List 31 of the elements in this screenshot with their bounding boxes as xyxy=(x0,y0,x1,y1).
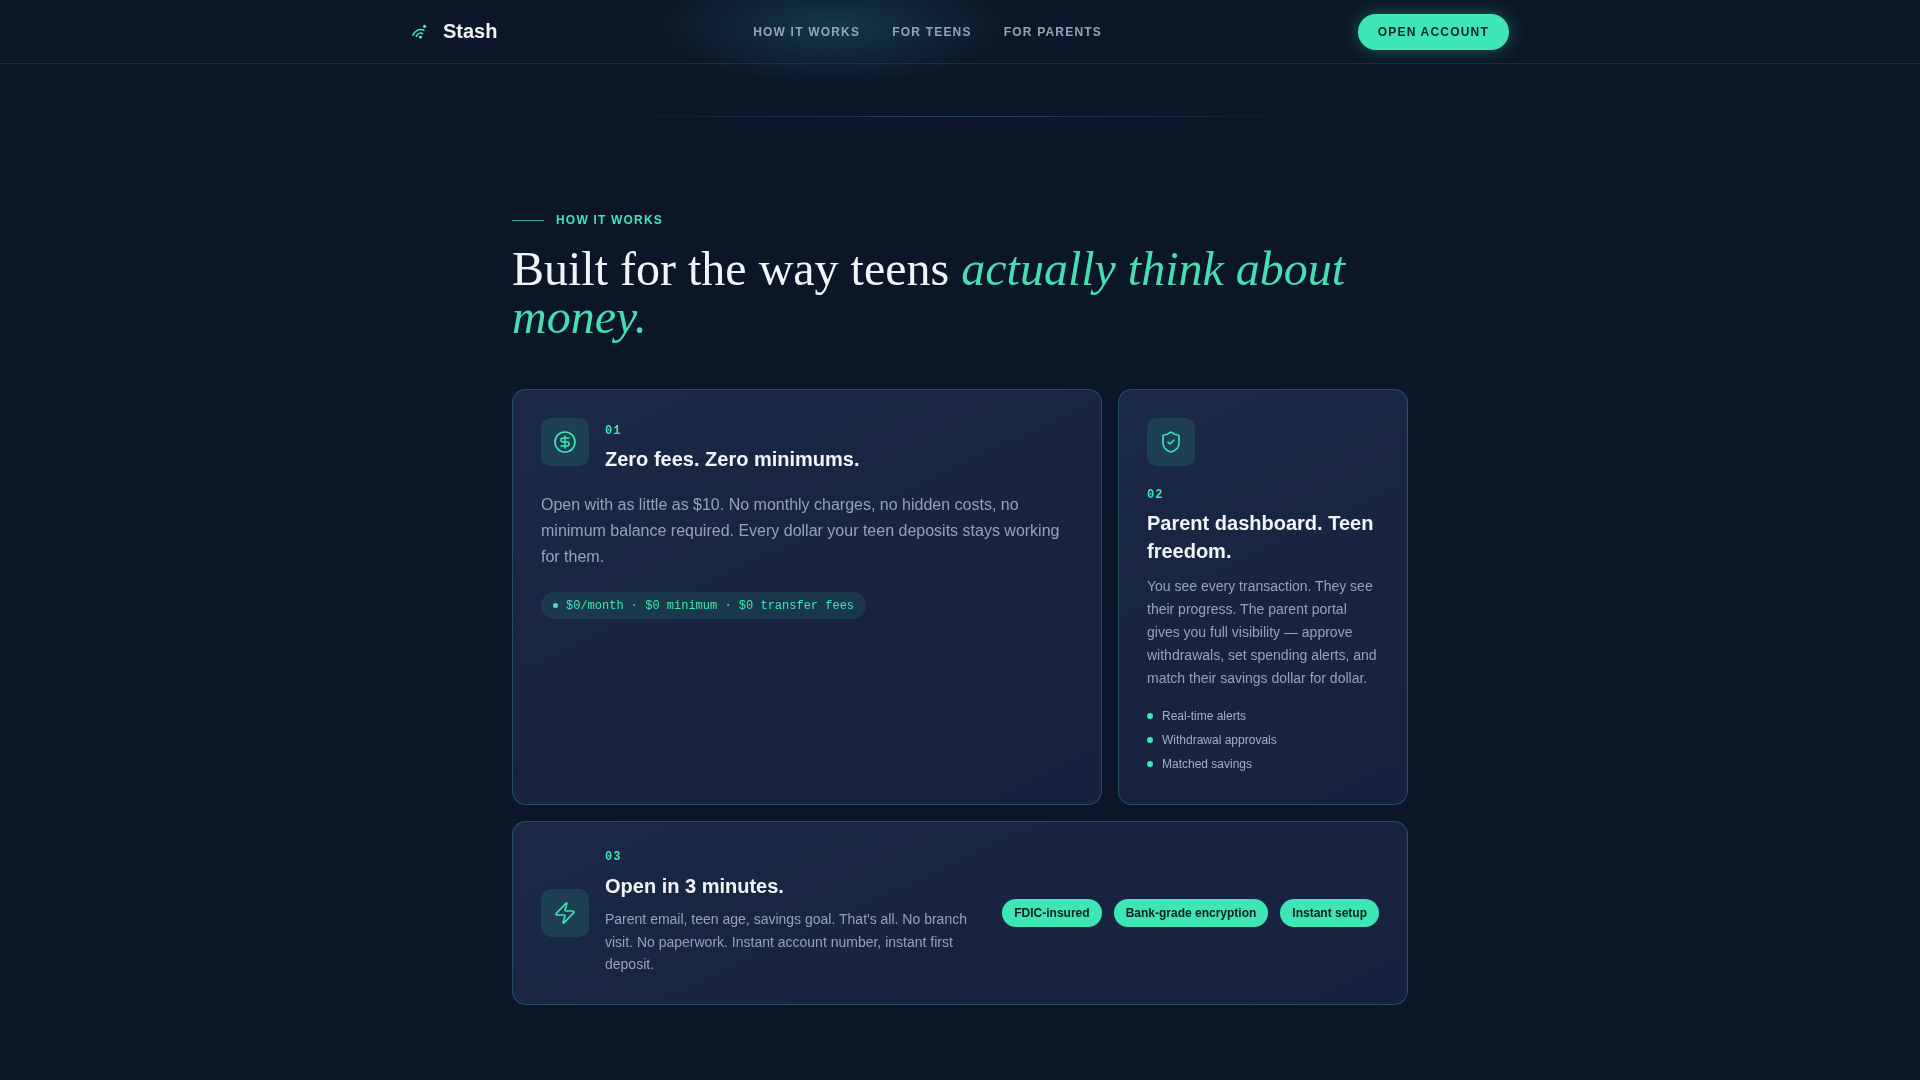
card-body-text: You see every transaction. They see their progress. The parent portal gives you full visibility — approve withdrawals, set spending alerts, and match their savings dollar for dollar. xyxy=(1147,577,1378,688)
dollar-coin-icon xyxy=(541,418,589,466)
card-title: Open in 3 minutes. xyxy=(605,874,785,898)
card-body-text: Parent email, teen age, savings goal. That's all. No branch visit. No paperwork. Instant account number, instant first deposit. xyxy=(605,910,968,975)
shield-check-icon xyxy=(1147,418,1195,466)
nav-link[interactable]: FOR TEENS xyxy=(892,24,972,39)
fee-summary-text: $0/month · $0 minimum · $0 transfer fees xyxy=(566,598,855,613)
brand-name[interactable]: Stash xyxy=(443,20,498,43)
nav-link[interactable]: HOW IT WORKS xyxy=(753,24,861,39)
bullet-dot-icon xyxy=(1147,737,1153,743)
step-number: 03 xyxy=(605,850,623,864)
section-eyebrow: HOW IT WORKS xyxy=(556,213,664,227)
card-body-text: Open with as little as $10. No monthly charges, no hidden costs, no minimum balance required. Every dollar your teen deposits stays working for them. xyxy=(541,495,1061,567)
bullet-dot-icon xyxy=(1147,761,1153,767)
nav-link[interactable]: FOR PARENTS xyxy=(1003,24,1102,39)
section-heading: Built for the way teens actually think about money. xyxy=(512,245,1347,341)
card-title: Parent dashboard. Teen freedom. xyxy=(1147,511,1375,564)
bullet-text: Real-time alerts xyxy=(1162,709,1247,723)
step-number: 01 xyxy=(605,424,623,438)
feature-tag: Instant setup xyxy=(1280,898,1379,927)
feature-tag: FDIC-insured xyxy=(1002,898,1102,927)
open-account-button[interactable]: OPEN ACCOUNT xyxy=(1357,13,1509,50)
bullet-dot-icon xyxy=(1147,713,1153,719)
card-title: Zero fees. Zero minimums. xyxy=(605,447,860,472)
feature-tag: Bank-grade encryption xyxy=(1113,898,1269,927)
signal-arcs-icon xyxy=(411,23,427,40)
dot-icon xyxy=(553,603,558,608)
bullet-text: Matched savings xyxy=(1162,757,1253,771)
lightning-bolt-icon xyxy=(541,888,589,937)
step-number: 02 xyxy=(1147,488,1165,502)
bullet-text: Withdrawal approvals xyxy=(1162,733,1277,747)
